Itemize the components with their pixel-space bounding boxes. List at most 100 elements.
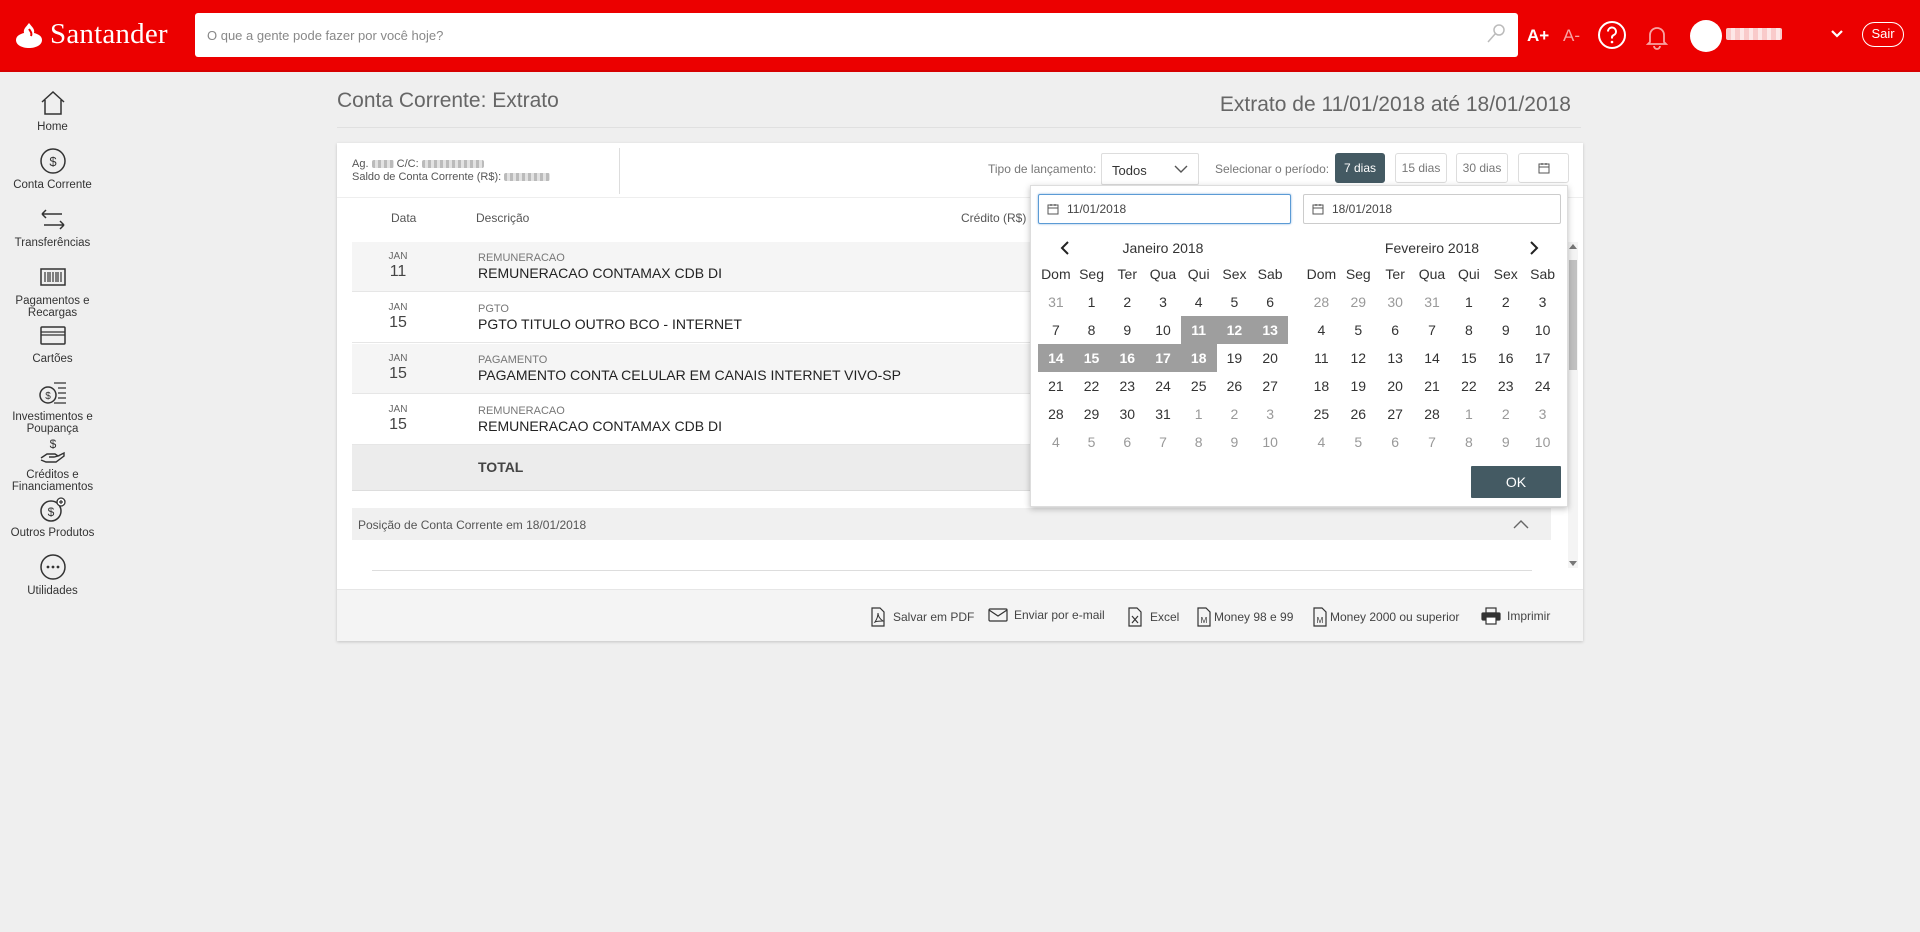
calendar-day[interactable]: 19 xyxy=(1217,344,1253,372)
calendar-day[interactable]: 10 xyxy=(1145,316,1181,344)
save-pdf-button[interactable]: Salvar em PDF xyxy=(869,607,974,627)
calendar-day[interactable]: 11 xyxy=(1303,344,1340,372)
calendar-day[interactable]: 3 xyxy=(1145,288,1181,316)
calendar-day[interactable]: 23 xyxy=(1109,372,1145,400)
scroll-down-arrow[interactable] xyxy=(1569,561,1577,566)
calendar-day[interactable]: 2 xyxy=(1217,400,1253,428)
calendar-day[interactable]: 1 xyxy=(1074,288,1110,316)
search-icon[interactable] xyxy=(1486,23,1506,45)
calendar-day[interactable]: 7 xyxy=(1414,428,1451,456)
calendar-day[interactable]: 31 xyxy=(1145,400,1181,428)
calendar-day[interactable]: 1 xyxy=(1450,400,1487,428)
calendar-day[interactable]: 26 xyxy=(1340,400,1377,428)
help-icon[interactable] xyxy=(1597,20,1627,50)
calendar-day[interactable]: 26 xyxy=(1217,372,1253,400)
font-decrease-button[interactable]: A- xyxy=(1563,26,1580,46)
search-input[interactable] xyxy=(195,13,1518,57)
calendar-day[interactable]: 28 xyxy=(1303,288,1340,316)
scroll-up-arrow[interactable] xyxy=(1569,244,1577,249)
calendar-day[interactable]: 1 xyxy=(1181,400,1217,428)
chevron-left-icon[interactable] xyxy=(1060,241,1070,255)
logout-button[interactable]: Sair xyxy=(1862,22,1904,47)
calendar-day[interactable]: 8 xyxy=(1181,428,1217,456)
calendar-day[interactable]: 5 xyxy=(1074,428,1110,456)
avatar[interactable] xyxy=(1690,20,1722,52)
calendar-day-selected[interactable]: 14 xyxy=(1038,344,1074,372)
calendar-day[interactable]: 3 xyxy=(1524,400,1561,428)
calendar-day[interactable]: 5 xyxy=(1340,428,1377,456)
calendar-day[interactable]: 4 xyxy=(1303,316,1340,344)
sidebar-item-creditos[interactable]: $ Créditos e Financiamentos xyxy=(0,436,105,494)
calendar-day[interactable]: 29 xyxy=(1340,288,1377,316)
calendar-day[interactable]: 31 xyxy=(1038,288,1074,316)
calendar-day[interactable]: 12 xyxy=(1340,344,1377,372)
calendar-day[interactable]: 2 xyxy=(1487,400,1524,428)
calendar-day[interactable]: 14 xyxy=(1414,344,1451,372)
calendar-day[interactable]: 5 xyxy=(1217,288,1253,316)
period-15-days-button[interactable]: 15 dias xyxy=(1395,153,1447,183)
search-box[interactable] xyxy=(195,13,1518,57)
scroll-thumb[interactable] xyxy=(1569,260,1577,370)
calendar-day[interactable]: 10 xyxy=(1252,428,1288,456)
calendar-day[interactable]: 6 xyxy=(1252,288,1288,316)
calendar-day[interactable]: 10 xyxy=(1524,316,1561,344)
calendar-day-selected[interactable]: 16 xyxy=(1109,344,1146,372)
sidebar-item-cartoes[interactable]: Cartões xyxy=(0,320,105,378)
calendar-day[interactable]: 22 xyxy=(1450,372,1487,400)
chevron-down-icon[interactable] xyxy=(1830,29,1844,39)
calendar-day[interactable]: 29 xyxy=(1074,400,1110,428)
calendar-day-selected[interactable]: 13 xyxy=(1252,316,1288,344)
calendar-day[interactable]: 24 xyxy=(1145,372,1181,400)
font-increase-button[interactable]: A+ xyxy=(1527,26,1549,46)
calendar-day[interactable]: 28 xyxy=(1038,400,1074,428)
sidebar-item-conta-corrente[interactable]: $ Conta Corrente xyxy=(0,146,105,204)
bell-icon[interactable] xyxy=(1643,22,1671,50)
santander-logo[interactable]: Santander xyxy=(14,18,168,51)
calendar-day[interactable]: 22 xyxy=(1074,372,1110,400)
end-date-input[interactable]: 18/01/2018 xyxy=(1303,194,1561,224)
calendar-day-selected[interactable]: 12 xyxy=(1216,316,1253,344)
calendar-day[interactable]: 6 xyxy=(1377,428,1414,456)
calendar-day[interactable]: 8 xyxy=(1450,316,1487,344)
calendar-day[interactable]: 8 xyxy=(1450,428,1487,456)
calendar-day[interactable]: 7 xyxy=(1414,316,1451,344)
calendar-day[interactable]: 9 xyxy=(1109,316,1145,344)
calendar-day[interactable]: 18 xyxy=(1303,372,1340,400)
calendar-day[interactable]: 6 xyxy=(1109,428,1145,456)
calendar-day[interactable]: 21 xyxy=(1414,372,1451,400)
calendar-day[interactable]: 4 xyxy=(1303,428,1340,456)
money-98-99-button[interactable]: M Money 98 e 99 xyxy=(1196,607,1293,627)
print-button[interactable]: Imprimir xyxy=(1481,607,1550,625)
chevron-right-icon[interactable] xyxy=(1529,241,1539,255)
calendar-day[interactable]: 4 xyxy=(1038,428,1074,456)
calendar-day[interactable]: 19 xyxy=(1340,372,1377,400)
send-email-button[interactable]: Enviar por e-mail xyxy=(988,607,1105,623)
calendar-day[interactable]: 16 xyxy=(1487,344,1524,372)
calendar-day[interactable]: 9 xyxy=(1217,428,1253,456)
sidebar-item-outros-produtos[interactable]: $ Outros Produtos xyxy=(0,494,105,552)
entry-type-select[interactable]: Todos xyxy=(1101,153,1199,185)
calendar-day[interactable]: 4 xyxy=(1181,288,1217,316)
calendar-day[interactable]: 17 xyxy=(1524,344,1561,372)
period-7-days-button[interactable]: 7 dias xyxy=(1335,153,1385,183)
start-date-input[interactable]: 11/01/2018 xyxy=(1038,194,1291,224)
calendar-day[interactable]: 8 xyxy=(1074,316,1110,344)
calendar-day[interactable]: 7 xyxy=(1038,316,1074,344)
calendar-day[interactable]: 30 xyxy=(1377,288,1414,316)
sidebar-item-home[interactable]: Home xyxy=(0,88,105,146)
calendar-button[interactable] xyxy=(1518,153,1569,183)
calendar-day[interactable]: 24 xyxy=(1524,372,1561,400)
money-2000-button[interactable]: M Money 2000 ou superior xyxy=(1312,607,1459,627)
calendar-day[interactable]: 7 xyxy=(1145,428,1181,456)
calendar-day[interactable]: 3 xyxy=(1524,288,1561,316)
sidebar-item-investimentos[interactable]: $ Investimentos e Poupança xyxy=(0,378,105,436)
calendar-day[interactable]: 10 xyxy=(1524,428,1561,456)
calendar-day[interactable]: 9 xyxy=(1487,428,1524,456)
account-position-toggle[interactable]: Posição de Conta Corrente em 18/01/2018 xyxy=(352,508,1551,540)
calendar-day[interactable]: 27 xyxy=(1377,400,1414,428)
calendar-day-selected[interactable]: 11 xyxy=(1180,316,1217,344)
calendar-day[interactable]: 30 xyxy=(1109,400,1145,428)
calendar-day[interactable]: 31 xyxy=(1414,288,1451,316)
calendar-day[interactable]: 25 xyxy=(1303,400,1340,428)
calendar-day[interactable]: 15 xyxy=(1450,344,1487,372)
